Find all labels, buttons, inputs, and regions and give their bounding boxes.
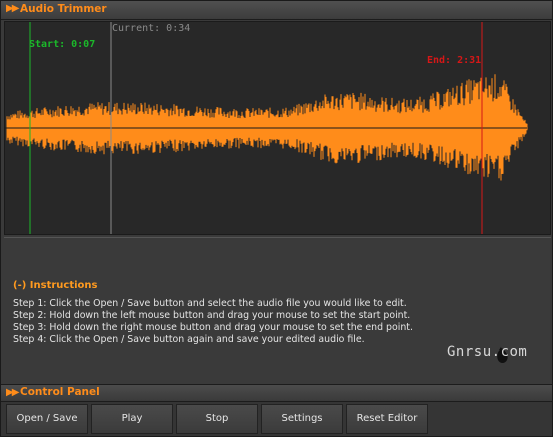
play-button[interactable]: Play [91,404,173,434]
audio-trimmer-window: ▶▶ Audio Trimmer Start: 0:07 Current: 0:… [0,0,553,437]
control-panel-bar: ▶▶ Control Panel [1,384,552,402]
waveform-path [6,74,528,181]
current-marker-label: Current: 0:34 [112,23,191,34]
watermark-logo: Gnrsu.com [447,344,528,360]
start-marker-label: Start: 0:07 [29,39,96,50]
settings-button[interactable]: Settings [261,404,343,434]
waveform-canvas[interactable]: Start: 0:07 Current: 0:34 End: 2:31 [4,21,551,235]
instructions-toggle[interactable]: (-) Instructions [13,280,97,291]
end-marker-label: End: 2:31 [427,55,482,66]
control-buttons: Open / Save Play Stop Settings Reset Edi… [1,402,552,436]
instruction-step-1: Step 1: Click the Open / Save button and… [13,298,407,309]
reset-editor-button[interactable]: Reset Editor [346,404,428,434]
window-title: Audio Trimmer [20,3,107,15]
stop-button[interactable]: Stop [176,404,258,434]
instruction-step-3: Step 3: Hold down the right mouse button… [13,322,413,333]
title-bar: ▶▶ Audio Trimmer [1,1,552,20]
double-right-arrow-icon: ▶▶ [6,387,19,398]
instruction-step-4: Step 4: Click the Open / Save button aga… [13,334,365,345]
double-right-arrow-icon: ▶▶ [6,3,19,14]
instruction-step-2: Step 2: Hold down the left mouse button … [13,310,411,321]
open-save-button[interactable]: Open / Save [6,404,88,434]
control-panel-title: Control Panel [20,386,100,398]
waveform-graphic[interactable] [5,22,550,234]
instructions-panel: (-) Instructions Step 1: Click the Open … [4,237,551,384]
